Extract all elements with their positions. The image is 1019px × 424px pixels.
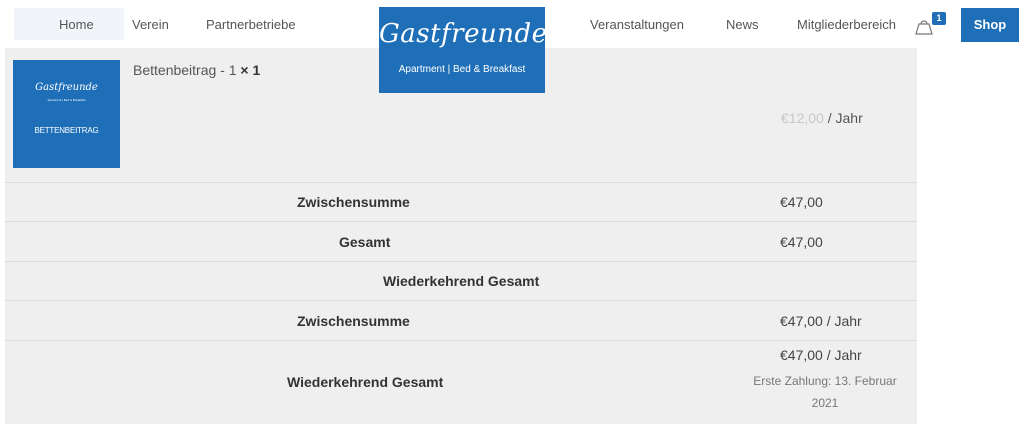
nav-veranstaltungen[interactable]: Veranstaltungen [590, 17, 684, 32]
recurring-total-label: Wiederkehrend Gesamt [287, 374, 444, 390]
product-price: €12,00 / Jahr [781, 110, 863, 126]
total-row: Gesamt €47,00 [5, 222, 917, 262]
subtotal-label: Zwischensumme [297, 194, 410, 210]
recurring-subtotal-label: Zwischensumme [297, 313, 410, 329]
thumbnail-label: BETTENBEITRAG [34, 126, 99, 135]
nav-partnerbetriebe[interactable]: Partnerbetriebe [206, 17, 296, 32]
thumbnail-logo-subtitle: Apartment | Bed & Breakfast [47, 98, 86, 102]
thumbnail-logo-script: Gastfreunde [35, 82, 98, 93]
recurring-total-row: Wiederkehrend Gesamt €47,00 / Jahr Erste… [5, 341, 917, 424]
logo-script: Gastfreunde [379, 19, 548, 49]
recurring-heading-row: Wiederkehrend Gesamt [5, 262, 917, 301]
product-quantity: × 1 [240, 62, 261, 78]
cart-count-badge: 1 [932, 12, 946, 25]
shop-button[interactable]: Shop [961, 8, 1019, 42]
total-value: €47,00 [780, 234, 823, 250]
recurring-subtotal-row: Zwischensumme €47,00 / Jahr [5, 301, 917, 341]
total-label: Gesamt [339, 234, 391, 250]
nav-verein[interactable]: Verein [132, 17, 169, 32]
recurring-subtotal-value: €47,00 / Jahr [780, 313, 862, 329]
product-price-amount: €12,00 [781, 110, 824, 126]
subtotal-value: €47,00 [780, 194, 823, 210]
product-name: Bettenbeitrag - 1 × 1 [133, 62, 260, 78]
subtotal-row: Zwischensumme €47,00 [5, 183, 917, 222]
first-payment-year: 2021 [811, 396, 839, 410]
main-navigation: Home Verein Partnerbetriebe Gastfreunde … [0, 0, 1019, 93]
first-payment-date: Erste Zahlung: 13. Februar [753, 374, 897, 388]
cart-button[interactable]: 1 [914, 12, 946, 38]
first-payment-note: Erste Zahlung: 13. Februar 2021 [745, 370, 905, 414]
cart-icon [915, 20, 933, 35]
nav-news[interactable]: News [726, 17, 759, 32]
recurring-total-value: €47,00 / Jahr [780, 347, 862, 363]
product-thumbnail[interactable]: Gastfreunde Apartment | Bed & Breakfast … [13, 60, 120, 168]
nav-mitgliederbereich[interactable]: Mitgliederbereich [797, 17, 896, 32]
logo-subtitle: Apartment | Bed & Breakfast [398, 64, 526, 75]
nav-home[interactable]: Home [59, 17, 94, 32]
product-price-period: / Jahr [823, 110, 863, 126]
recurring-heading: Wiederkehrend Gesamt [383, 273, 540, 289]
product-title[interactable]: Bettenbeitrag - 1 [133, 62, 237, 78]
site-logo[interactable]: Gastfreunde Apartment | Bed & Breakfast [379, 7, 548, 93]
